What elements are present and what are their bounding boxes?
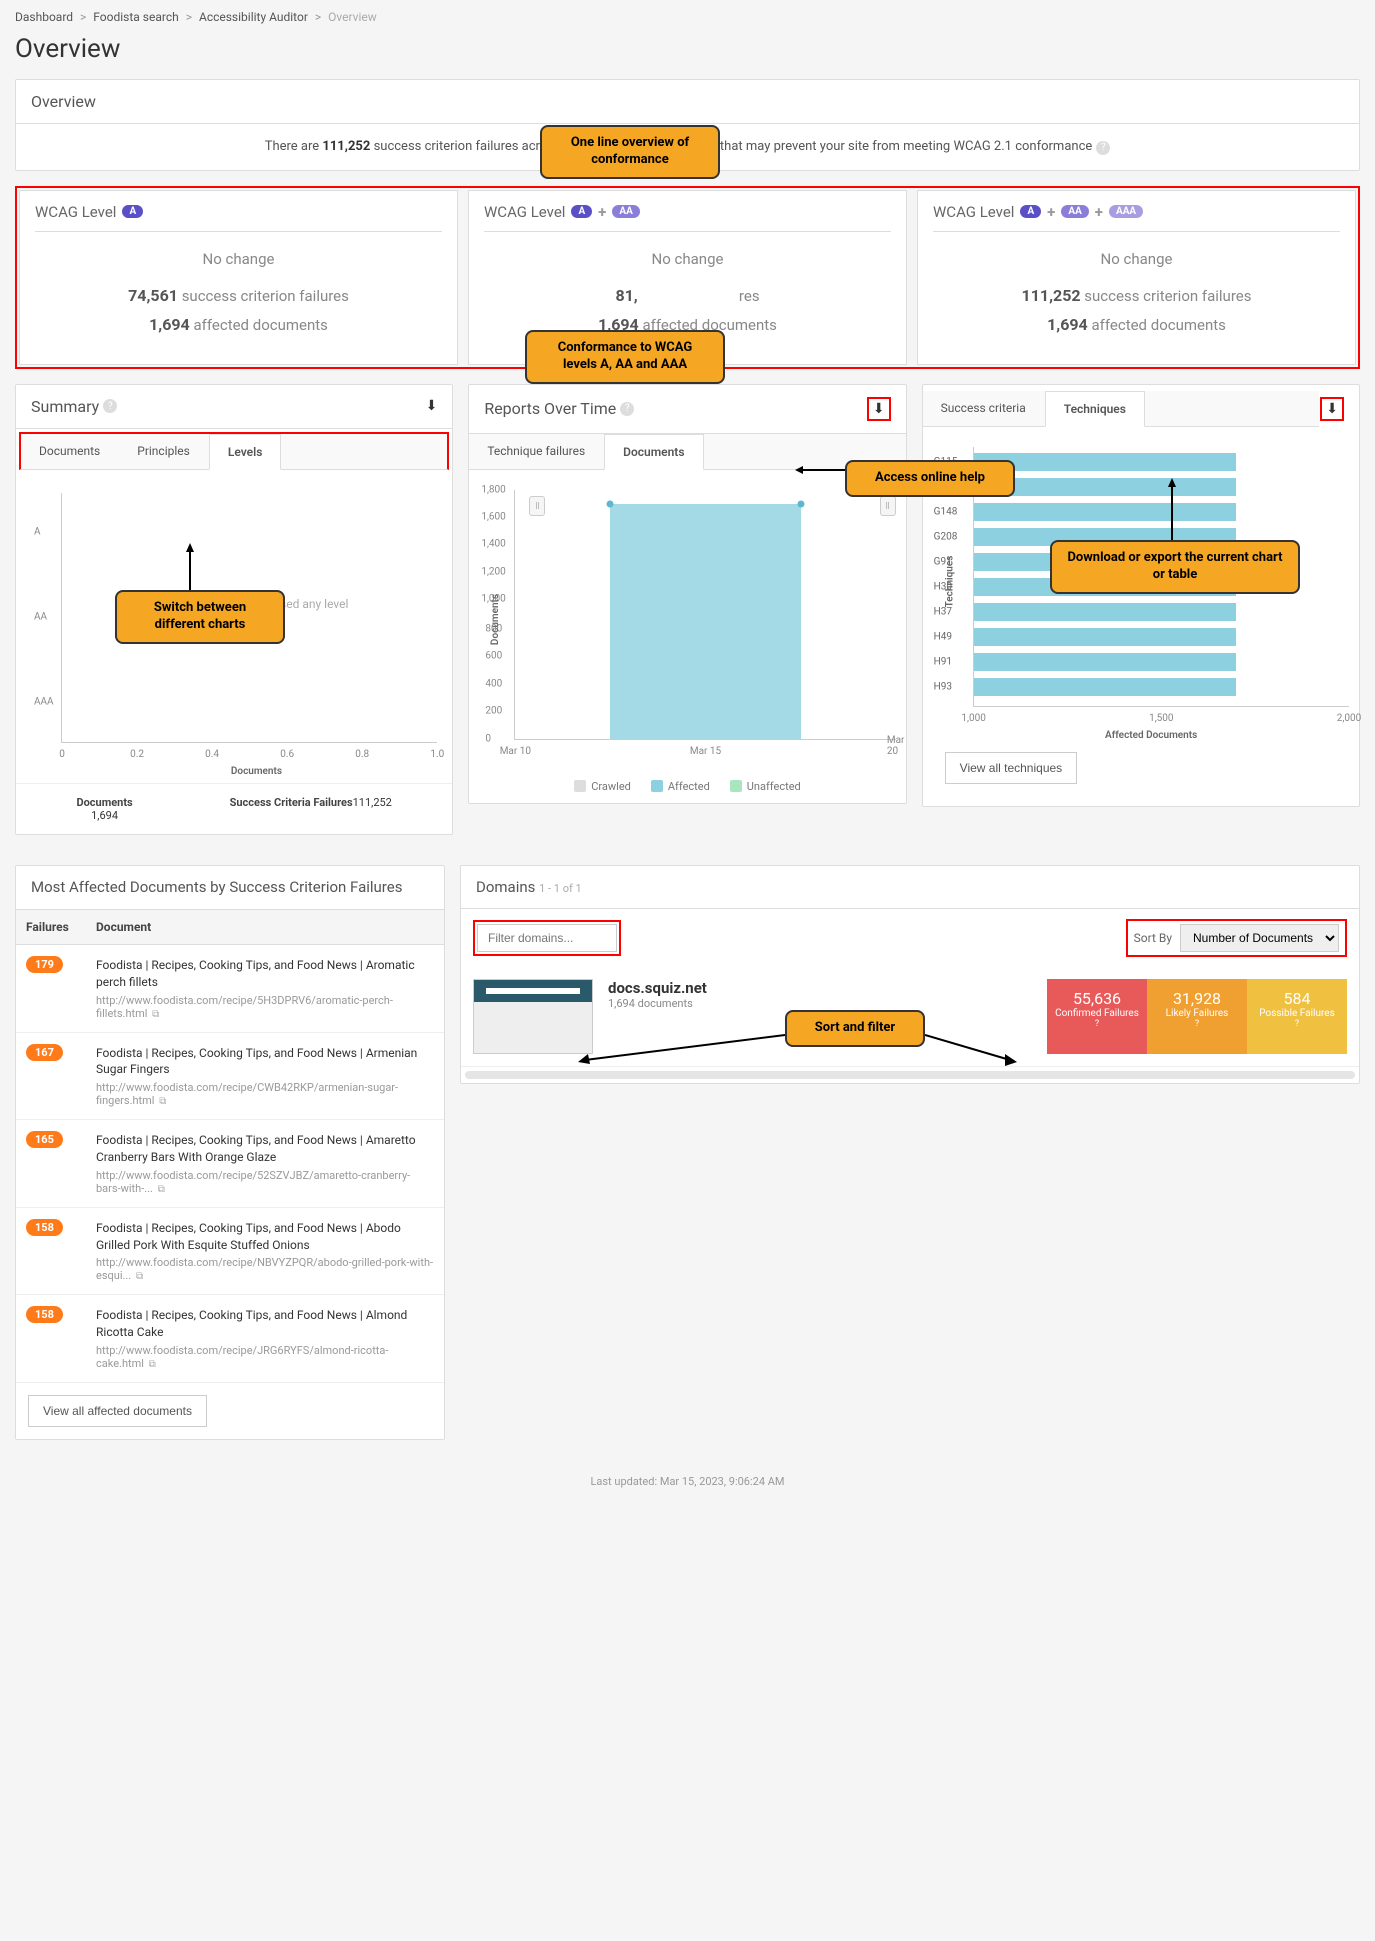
- doc-url: http://www.foodista.com/recipe/5H3DPRV6/…: [96, 994, 434, 1020]
- table-row[interactable]: 165 Foodista | Recipes, Cooking Tips, an…: [16, 1120, 444, 1208]
- view-all-documents-button[interactable]: View all affected documents: [28, 1395, 207, 1427]
- tab-success-criteria[interactable]: Success criteria: [923, 391, 1045, 426]
- help-icon[interactable]: ?: [103, 399, 117, 413]
- last-updated: Last updated: Mar 15, 2023, 9:06:24 AM: [15, 1475, 1360, 1488]
- scrollbar[interactable]: [465, 1071, 1355, 1079]
- hbar-label: H37: [934, 606, 952, 617]
- breadcrumb-current: Overview: [328, 10, 377, 24]
- affected-table: Failures Document 179 Foodista | Recipes…: [16, 910, 444, 1383]
- hbar: [974, 603, 1237, 621]
- confirmed-failures: 55,636Confirmed Failures?: [1047, 979, 1147, 1054]
- hbar: [974, 653, 1237, 671]
- hbar-label: G148: [934, 506, 958, 517]
- hbar-label: G91: [934, 556, 952, 567]
- callout-sort: Sort and filter: [785, 1010, 925, 1047]
- callout-switch: Switch between different charts: [115, 590, 285, 644]
- tab-levels[interactable]: Levels: [209, 434, 282, 470]
- download-icon[interactable]: ⬇: [867, 397, 891, 421]
- view-all-techniques-button[interactable]: View all techniques: [945, 752, 1078, 784]
- tab-techniques[interactable]: Techniques: [1045, 391, 1145, 427]
- hbar-label: G208: [934, 531, 958, 542]
- external-link-icon: ⧉: [136, 1271, 143, 1282]
- reports-title: Reports Over Time: [484, 399, 616, 418]
- filter-domains-input[interactable]: [477, 924, 617, 952]
- overview-header: Overview: [16, 80, 1359, 124]
- table-row[interactable]: 158 Foodista | Recipes, Cooking Tips, an…: [16, 1295, 444, 1383]
- download-icon[interactable]: ⬇: [426, 398, 438, 414]
- breadcrumb: Dashboard > Foodista search > Accessibil…: [15, 10, 1360, 24]
- external-link-icon: ⧉: [159, 1096, 166, 1107]
- external-link-icon: ⧉: [149, 1359, 156, 1370]
- doc-title: Foodista | Recipes, Cooking Tips, and Fo…: [96, 1132, 434, 1166]
- doc-url: http://www.foodista.com/recipe/CWB42RKP/…: [96, 1081, 434, 1107]
- reports-panel: Reports Over Time? ⬇ Technique failures …: [468, 384, 906, 804]
- hbar: [974, 503, 1237, 521]
- hbar: [974, 678, 1237, 696]
- fail-badge: 158: [26, 1219, 63, 1236]
- domains-title: Domains: [476, 878, 535, 896]
- table-row[interactable]: 179 Foodista | Recipes, Cooking Tips, an…: [16, 945, 444, 1033]
- doc-title: Foodista | Recipes, Cooking Tips, and Fo…: [96, 1220, 434, 1254]
- doc-title: Foodista | Recipes, Cooking Tips, and Fo…: [96, 1045, 434, 1079]
- tab-technique-failures[interactable]: Technique failures: [469, 434, 604, 469]
- page-title: Overview: [15, 34, 1360, 64]
- fail-badge: 165: [26, 1131, 63, 1148]
- help-icon[interactable]: ?: [1096, 141, 1110, 155]
- hbar-label: H91: [934, 656, 952, 667]
- techniques-panel: ⬇ Success criteria Techniques 1,000 1,50…: [922, 384, 1360, 807]
- table-row[interactable]: 158 Foodista | Recipes, Cooking Tips, an…: [16, 1207, 444, 1295]
- fail-badge: 167: [26, 1044, 63, 1061]
- tab-principles[interactable]: Principles: [119, 434, 209, 469]
- breadcrumb-foodista[interactable]: Foodista search: [93, 10, 178, 24]
- callout-overview: One line overview of conformance: [540, 125, 720, 179]
- badge-a: A: [571, 205, 592, 218]
- hbar-label: H30: [934, 581, 952, 592]
- fail-badge: 158: [26, 1306, 63, 1323]
- external-link-icon: ⧉: [152, 1009, 159, 1020]
- table-row[interactable]: 167 Foodista | Recipes, Cooking Tips, an…: [16, 1032, 444, 1120]
- hbar-label: H93: [934, 681, 952, 692]
- tab-documents[interactable]: Documents: [21, 434, 119, 469]
- callout-wcag: Conformance to WCAG levels A, AA and AAA: [525, 330, 725, 384]
- summary-title: Summary: [31, 397, 99, 416]
- hbar-label: H49: [934, 631, 952, 642]
- badge-a: A: [122, 205, 143, 218]
- sort-by-select[interactable]: Number of Documents: [1180, 924, 1339, 952]
- possible-failures: 584Possible Failures?: [1247, 979, 1347, 1054]
- most-affected-panel: Most Affected Documents by Success Crite…: [15, 865, 445, 1440]
- external-link-icon: ⧉: [158, 1184, 165, 1195]
- area-chart: 0 200 400 600 800 1,000 1,200 1,400 1,60…: [514, 490, 895, 740]
- badge-aa: AA: [1061, 205, 1088, 218]
- hbar: [974, 628, 1237, 646]
- wcag-card-a: WCAG Level A No change 74,561 success cr…: [19, 190, 458, 365]
- callout-help: Access online help: [845, 460, 1015, 497]
- fail-badge: 179: [26, 956, 63, 973]
- badge-aa: AA: [612, 205, 639, 218]
- most-affected-title: Most Affected Documents by Success Crite…: [16, 866, 444, 911]
- doc-title: Foodista | Recipes, Cooking Tips, and Fo…: [96, 1307, 434, 1341]
- badge-a: A: [1020, 205, 1041, 218]
- badge-aaa: AAA: [1109, 205, 1143, 218]
- doc-url: http://www.foodista.com/recipe/JRG6RYFS/…: [96, 1344, 434, 1370]
- breadcrumb-dashboard[interactable]: Dashboard: [15, 10, 73, 24]
- help-icon[interactable]: ?: [620, 402, 634, 416]
- likely-failures: 31,928Likely Failures?: [1147, 979, 1247, 1054]
- doc-title: Foodista | Recipes, Cooking Tips, and Fo…: [96, 957, 434, 991]
- callout-download: Download or export the current chart or …: [1050, 540, 1300, 594]
- tab-documents[interactable]: Documents: [604, 434, 703, 470]
- breadcrumb-auditor[interactable]: Accessibility Auditor: [199, 10, 308, 24]
- doc-url: http://www.foodista.com/recipe/NBVYZPQR/…: [96, 1256, 434, 1282]
- summary-tabs: Documents Principles Levels: [19, 432, 449, 470]
- download-icon[interactable]: ⬇: [1320, 397, 1344, 421]
- doc-url: http://www.foodista.com/recipe/52SZVJBZ/…: [96, 1169, 434, 1195]
- wcag-card-aaa: WCAG Level A+AA+AAA No change 111,252 su…: [917, 190, 1356, 365]
